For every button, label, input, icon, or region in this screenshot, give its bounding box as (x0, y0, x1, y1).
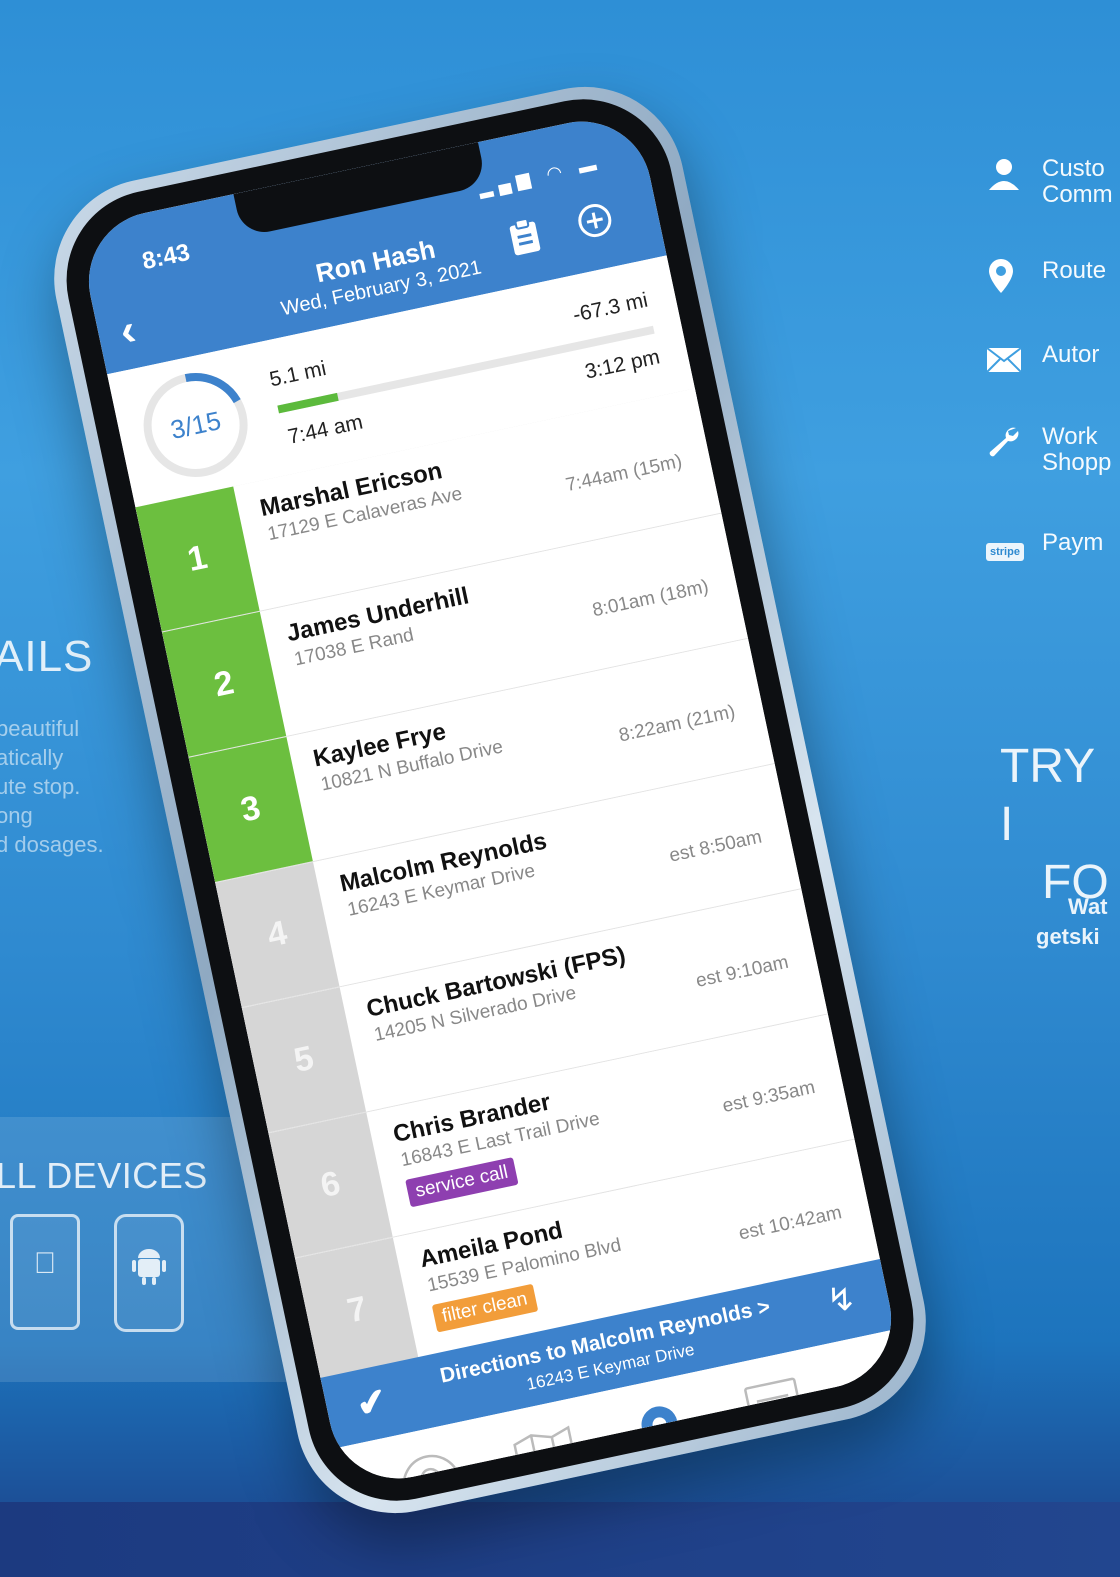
details-heading: AILS (0, 632, 94, 681)
feature-label: Shopp (1042, 449, 1112, 476)
stop-eta: est 8:50am (667, 826, 764, 867)
route-end-time: 3:12 pm (582, 345, 662, 384)
feature-label: Autor (1042, 341, 1100, 368)
wrench-icon (986, 424, 1028, 460)
status-icons: ▂▄▆ ◠ ▬ (476, 153, 604, 200)
feature-label: Route (1042, 257, 1107, 284)
plus-circle-icon (578, 204, 612, 238)
try-sub-line: Wat (1068, 894, 1108, 919)
feature-label: Paym (1042, 529, 1104, 556)
details-line: ute stop. (0, 774, 81, 799)
battery-icon: ▬ (576, 153, 605, 178)
wifi-icon: ◠ (544, 160, 570, 185)
try-subtext: Wat getski (1036, 892, 1108, 952)
android-device-icon (114, 1214, 184, 1332)
try-heading: TRY I FO (1000, 738, 1120, 912)
details-paragraph: beautiful atically ute stop. ong d dosag… (0, 714, 104, 859)
stop-eta: 7:44am (15m) (563, 450, 684, 497)
stop-eta: 8:01am (18m) (590, 576, 711, 622)
route-start-time: 7:44 am (285, 410, 365, 449)
distance-remaining: -67.3 mi (570, 288, 650, 327)
ios-device-icon:  (10, 1214, 80, 1330)
feature-automation: Autor (986, 342, 1099, 378)
android-icon (117, 1247, 181, 1295)
apple-icon:  (13, 1247, 77, 1281)
feature-payments: stripe Paym (986, 530, 1103, 566)
stop-eta: est 9:35am (720, 1076, 818, 1118)
stripe-badge: stripe (986, 543, 1024, 561)
feature-label: Comm (1042, 181, 1113, 208)
try-sub-line: getski (1036, 924, 1100, 949)
stripe-icon: stripe (986, 530, 1028, 566)
feature-label: Custo (1042, 155, 1105, 182)
stop-eta: est 10:42am (736, 1202, 844, 1245)
details-line: atically (0, 745, 64, 770)
envelope-icon (986, 342, 1028, 378)
footer-band (0, 1502, 1120, 1577)
distance-done: 5.1 mi (267, 356, 329, 392)
route-progress-fill (277, 392, 340, 414)
try-line: TRY I (1000, 740, 1095, 851)
details-line: d dosages. (0, 832, 104, 857)
stops-progress-label: 3/15 (167, 405, 224, 445)
feature-route: Route (986, 258, 1106, 294)
feature-work-shop: Work Shopp (986, 424, 1111, 476)
status-time: 8:43 (139, 238, 193, 276)
stop-eta: est 9:10am (694, 951, 791, 992)
stop-eta: 8:22am (21m) (617, 701, 738, 747)
feature-customer-comm: Custo Comm (986, 156, 1113, 208)
details-line: ong (0, 803, 33, 828)
details-line: beautiful (0, 716, 80, 741)
map-pin-icon (986, 258, 1028, 294)
feature-label: Work (1042, 423, 1098, 450)
devices-heading: LL DEVICES (0, 1155, 208, 1196)
signal-icon: ▂▄▆ (476, 167, 538, 199)
person-icon (986, 156, 1028, 192)
